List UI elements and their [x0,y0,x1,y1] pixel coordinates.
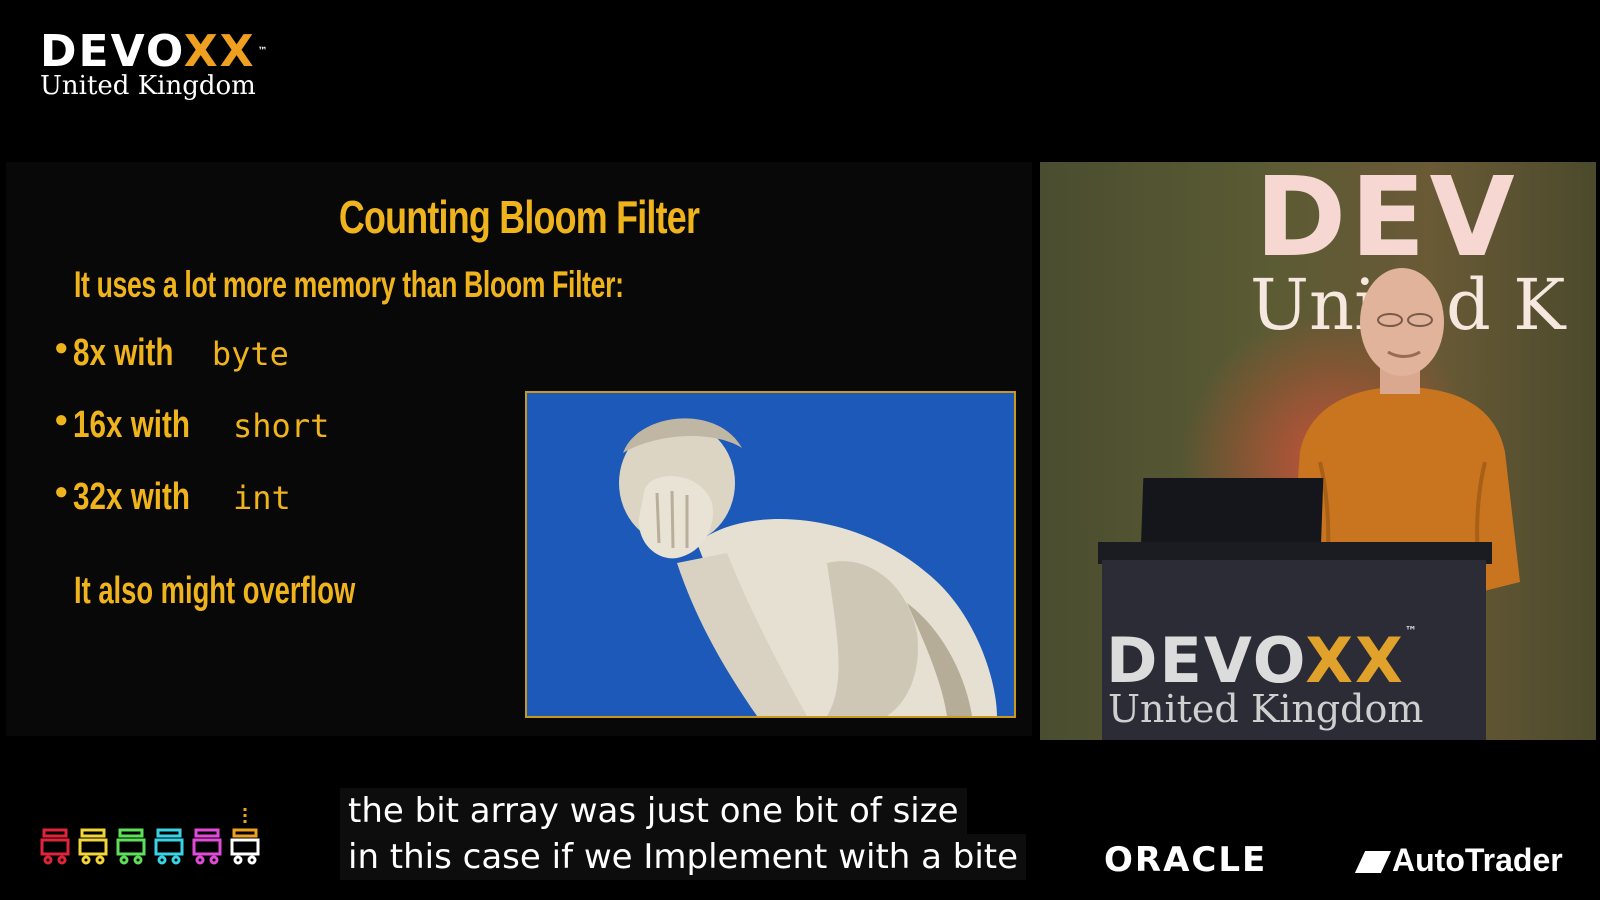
presentation-slide: Counting Bloom Filter It uses a lot more… [6,162,1032,736]
bullet-text: 8x with [72,332,173,374]
robot-icon-yellow [78,828,108,865]
bullet-text: 32x with [72,476,190,518]
logo-word-main: DEVO [40,26,184,77]
bullet-icon: ● [54,334,69,361]
slide-title: Counting Bloom Filter [338,191,700,243]
slide-subtitle: It uses a lot more memory than Bloom Fil… [74,264,624,305]
autotrader-logo-text: AutoTrader [1392,842,1563,878]
logo-tm: ™ [257,46,270,57]
slide-bullet: ● 8x with byte [54,332,289,375]
caption-line-2: in this case if we Implement with a bite [340,834,1027,880]
robot-icon-magenta [192,828,222,865]
bullet-code: short [233,407,330,445]
logo-wordmark: DEVOXX ™ [40,30,270,74]
podium-logo-tm: ™ [1404,624,1419,638]
bullet-icon: ● [54,406,69,433]
robot-icon-cyan [154,828,184,865]
slide-note: It also might overflow [74,570,356,612]
statue-illustration [527,393,1014,716]
bullet-code: byte [211,335,289,373]
bullet-icon: ● [54,478,69,505]
caption-line-1: the bit array was just one bit of size [340,788,967,834]
subtitle-captions: the bit array was just one bit of size i… [340,788,1027,880]
robot-icon-green [116,828,146,865]
oracle-sponsor-logo: ORACLE [1104,840,1268,880]
facepalm-statue-image [525,391,1016,718]
bullet-text: 16x with [72,404,190,446]
bullet-code: int [233,479,291,517]
robot-icons-row [40,808,260,865]
speaker-camera-feed: DEV United K DEVOXX™ United Kingdom [1040,162,1596,740]
podium-logo-subtitle: United Kingdom [1108,687,1424,731]
devoxx-logo: DEVOXX ™ United Kingdom [40,30,270,101]
logo-subtitle: United Kingdom [40,71,256,101]
logo-word-xx: XX [183,26,256,77]
autotrader-mark-icon [1354,851,1392,873]
slide-bullet: ● 16x with short [54,404,329,447]
robot-icon-red [40,828,70,865]
robot-icon-white [230,808,260,865]
slide-bullet: ● 32x with int [54,476,291,519]
autotrader-sponsor-logo: AutoTrader [1354,842,1563,879]
